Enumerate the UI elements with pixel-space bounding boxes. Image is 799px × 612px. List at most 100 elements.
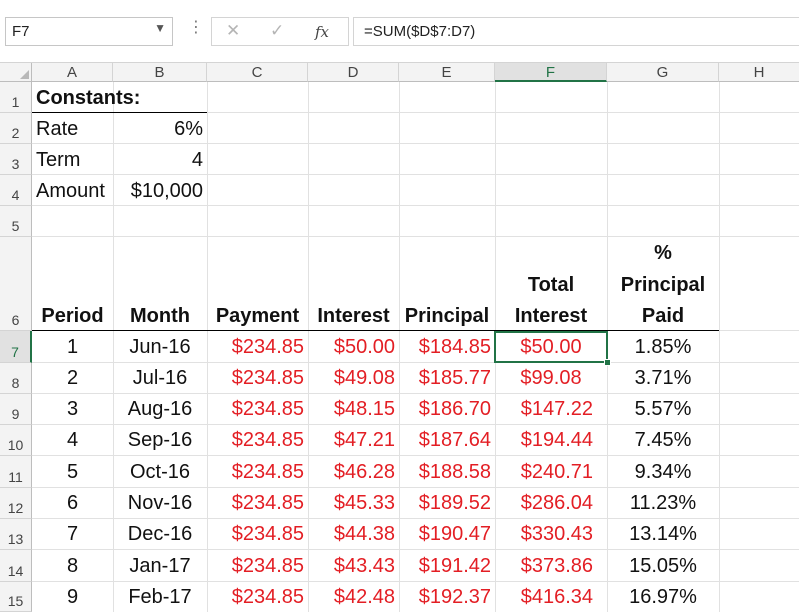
cell-payment[interactable]: $234.85 xyxy=(207,522,308,546)
row-header-14[interactable]: 14 xyxy=(0,550,32,582)
cell-period[interactable]: 3 xyxy=(32,397,113,421)
formula-bar-grip-icon[interactable]: ⋮ xyxy=(188,20,204,36)
cell-pct-principal[interactable]: 1.85% xyxy=(607,335,719,359)
cell-total-interest[interactable]: $147.22 xyxy=(495,397,607,421)
cell-payment[interactable]: $234.85 xyxy=(207,460,308,484)
cell-principal[interactable]: $192.37 xyxy=(399,585,495,609)
cell-total-interest[interactable]: $240.71 xyxy=(495,460,607,484)
row-header-3[interactable]: 3 xyxy=(0,144,32,175)
cell-month[interactable]: Nov-16 xyxy=(113,491,207,515)
cell-period[interactable]: 7 xyxy=(32,522,113,546)
cell-principal[interactable]: $188.58 xyxy=(399,460,495,484)
row-header-15[interactable]: 15 xyxy=(0,582,32,612)
enter-icon[interactable]: ✓ xyxy=(270,21,284,41)
row-header-10[interactable]: 10 xyxy=(0,425,32,456)
cell-pct-principal[interactable]: 9.34% xyxy=(607,460,719,484)
row-header-9[interactable]: 9 xyxy=(0,394,32,425)
cell-total-interest[interactable]: $99.08 xyxy=(495,366,607,390)
column-header-g[interactable]: G xyxy=(607,63,719,82)
cell-month[interactable]: Sep-16 xyxy=(113,428,207,452)
cell-period[interactable]: 5 xyxy=(32,460,113,484)
cell-principal[interactable]: $185.77 xyxy=(399,366,495,390)
cell-pct-principal[interactable]: 13.14% xyxy=(607,522,719,546)
cell-interest[interactable]: $45.33 xyxy=(308,491,399,515)
header-principal[interactable]: Principal xyxy=(399,304,495,328)
insert-function-icon[interactable]: fx xyxy=(315,23,329,41)
column-header-h[interactable]: H xyxy=(719,63,799,82)
constants-title[interactable]: Constants: xyxy=(32,86,207,110)
cell-total-interest[interactable]: $286.04 xyxy=(495,491,607,515)
cell-month[interactable]: Dec-16 xyxy=(113,522,207,546)
row-header-8[interactable]: 8 xyxy=(0,363,32,394)
cell-principal[interactable]: $187.64 xyxy=(399,428,495,452)
cell-principal[interactable]: $190.47 xyxy=(399,522,495,546)
cell-interest[interactable]: $49.08 xyxy=(308,366,399,390)
cancel-icon[interactable]: ✕ xyxy=(226,21,240,41)
row-header-6[interactable]: 6 xyxy=(0,237,32,331)
row-header-13[interactable]: 13 xyxy=(0,519,32,550)
cell-payment[interactable]: $234.85 xyxy=(207,585,308,609)
row-header-5[interactable]: 5 xyxy=(0,206,32,237)
cell-total-interest[interactable]: $330.43 xyxy=(495,522,607,546)
row-header-11[interactable]: 11 xyxy=(0,456,32,488)
cell-period[interactable]: 1 xyxy=(32,335,113,359)
cell-interest[interactable]: $47.21 xyxy=(308,428,399,452)
cell-pct-principal[interactable]: 5.57% xyxy=(607,397,719,421)
cell-month[interactable]: Aug-16 xyxy=(113,397,207,421)
cell-payment[interactable]: $234.85 xyxy=(207,554,308,578)
row-header-12[interactable]: 12 xyxy=(0,488,32,519)
cell-period[interactable]: 9 xyxy=(32,585,113,609)
cell-period[interactable]: 4 xyxy=(32,428,113,452)
cell-month[interactable]: Jul-16 xyxy=(113,366,207,390)
cell-pct-principal[interactable]: 16.97% xyxy=(607,585,719,609)
header-payment[interactable]: Payment xyxy=(207,304,308,328)
cell-principal[interactable]: $186.70 xyxy=(399,397,495,421)
cell-principal[interactable]: $191.42 xyxy=(399,554,495,578)
cell-principal[interactable]: $184.85 xyxy=(399,335,495,359)
column-header-e[interactable]: E xyxy=(399,63,495,82)
amount-label[interactable]: Amount xyxy=(32,179,113,203)
term-value[interactable]: 4 xyxy=(113,148,207,172)
cell-interest[interactable]: $50.00 xyxy=(308,335,399,359)
header-period[interactable]: Period xyxy=(32,304,113,328)
cell-total-interest[interactable]: $373.86 xyxy=(495,554,607,578)
formula-input[interactable]: =SUM($D$7:D7) xyxy=(353,17,799,46)
cell-interest[interactable]: $48.15 xyxy=(308,397,399,421)
cell-total-interest[interactable]: $194.44 xyxy=(495,428,607,452)
name-box-dropdown-icon[interactable]: ▼ xyxy=(154,21,166,35)
cell-payment[interactable]: $234.85 xyxy=(207,397,308,421)
cell-total-interest[interactable]: $416.34 xyxy=(495,585,607,609)
cell-payment[interactable]: $234.85 xyxy=(207,366,308,390)
cell-interest[interactable]: $43.43 xyxy=(308,554,399,578)
column-header-a[interactable]: A xyxy=(32,63,113,82)
cell-interest[interactable]: $44.38 xyxy=(308,522,399,546)
cell-pct-principal[interactable]: 3.71% xyxy=(607,366,719,390)
column-header-b[interactable]: B xyxy=(113,63,207,82)
fill-handle[interactable] xyxy=(604,359,611,366)
amount-value[interactable]: $10,000 xyxy=(113,179,207,203)
cell-pct-principal[interactable]: 15.05% xyxy=(607,554,719,578)
cell-period[interactable]: 2 xyxy=(32,366,113,390)
cell-month[interactable]: Feb-17 xyxy=(113,585,207,609)
cell-payment[interactable]: $234.85 xyxy=(207,335,308,359)
column-header-c[interactable]: C xyxy=(207,63,308,82)
cell-payment[interactable]: $234.85 xyxy=(207,428,308,452)
cell-period[interactable]: 6 xyxy=(32,491,113,515)
cell-period[interactable]: 8 xyxy=(32,554,113,578)
cell-payment[interactable]: $234.85 xyxy=(207,491,308,515)
cell-principal[interactable]: $189.52 xyxy=(399,491,495,515)
cell-month[interactable]: Oct-16 xyxy=(113,460,207,484)
column-header-f[interactable]: F xyxy=(495,63,607,82)
header-month[interactable]: Month xyxy=(113,304,207,328)
row-header-2[interactable]: 2 xyxy=(0,113,32,144)
rate-value[interactable]: 6% xyxy=(113,117,207,141)
term-label[interactable]: Term xyxy=(32,148,113,172)
cell-pct-principal[interactable]: 7.45% xyxy=(607,428,719,452)
row-header-7[interactable]: 7 xyxy=(0,331,32,363)
name-box[interactable]: F7 ▼ xyxy=(5,17,173,46)
cell-interest[interactable]: $46.28 xyxy=(308,460,399,484)
select-all-button[interactable] xyxy=(0,63,32,82)
cell-month[interactable]: Jan-17 xyxy=(113,554,207,578)
cell-pct-principal[interactable]: 11.23% xyxy=(607,491,719,515)
row-header-4[interactable]: 4 xyxy=(0,175,32,206)
